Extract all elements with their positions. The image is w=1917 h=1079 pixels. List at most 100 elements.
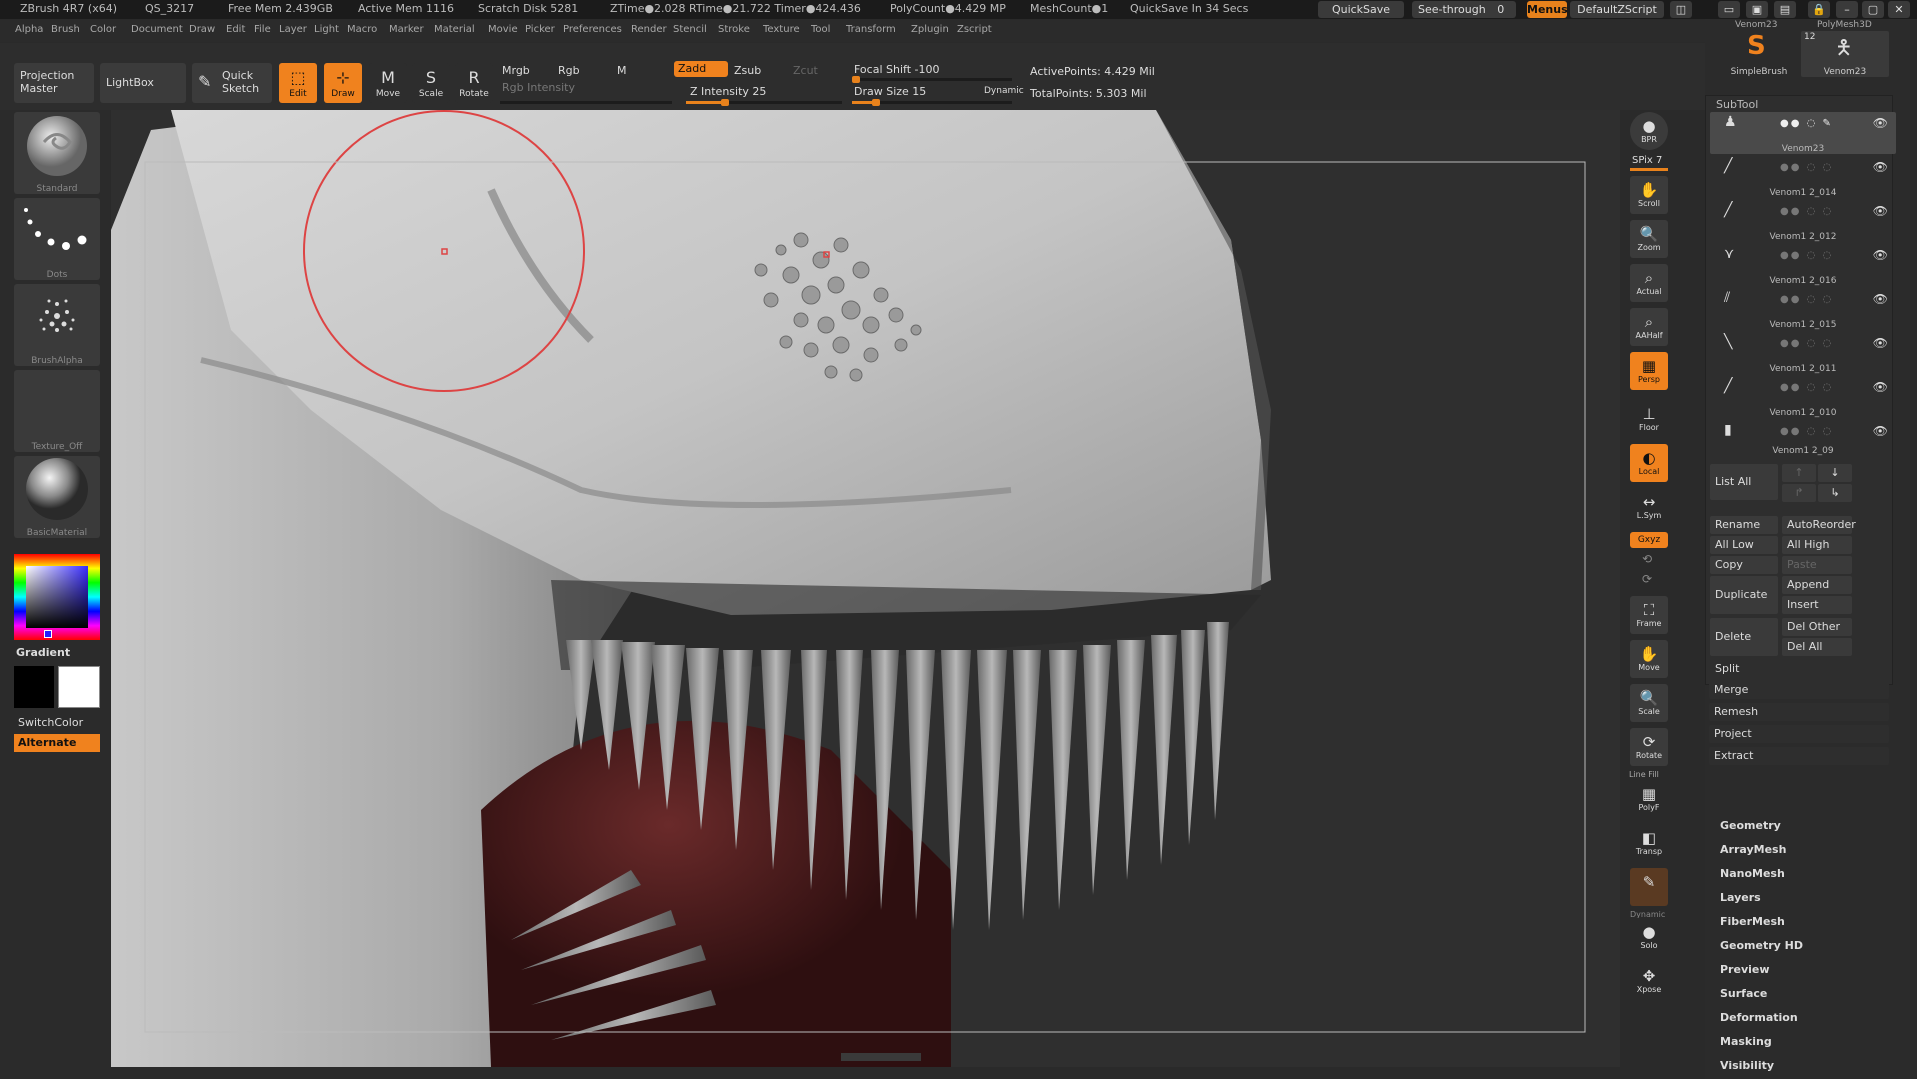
menu-transform[interactable]: Transform <box>846 24 896 35</box>
lightbox-button[interactable]: LightBox <box>100 63 186 103</box>
zcut-button[interactable]: Zcut <box>793 64 818 77</box>
material-selector[interactable]: BasicMaterial <box>14 456 100 538</box>
ghost-button[interactable]: ✎ <box>1630 868 1668 906</box>
color-cursor[interactable] <box>44 630 52 638</box>
m-toggle[interactable]: M <box>617 64 627 77</box>
move-down-icon[interactable]: ↓ <box>1818 464 1852 482</box>
fibermesh-section[interactable]: FiberMesh <box>1720 915 1785 928</box>
menu-stencil[interactable]: Stencil <box>673 24 707 35</box>
subtool-toggle-icons[interactable]: ●● ◌ ◌ <box>1780 162 1833 173</box>
menu-render[interactable]: Render <box>631 24 667 35</box>
rotate-button[interactable]: R Rotate <box>455 63 493 103</box>
geometry-hd-section[interactable]: Geometry HD <box>1720 939 1803 952</box>
xpose-button[interactable]: ✥ Xpose <box>1630 962 1668 1000</box>
move-up-fast-icon[interactable]: ↱ <box>1782 484 1816 502</box>
layers-section[interactable]: Layers <box>1720 891 1761 904</box>
simplebrush-tool[interactable]: S SimpleBrush <box>1725 31 1793 77</box>
alpha-selector[interactable]: BrushAlpha <box>14 284 100 366</box>
arraymesh-section[interactable]: ArrayMesh <box>1720 843 1786 856</box>
del-other-button[interactable]: Del Other <box>1782 618 1852 636</box>
autoreorder-button[interactable]: AutoReorder <box>1782 516 1856 534</box>
split-window-icon[interactable]: ▣ <box>1746 1 1768 18</box>
actual-button[interactable]: ⌕ Actual <box>1630 264 1668 302</box>
subtool-row[interactable]: ╱ ●● ◌ ◌ 👁 Venom1 2_012 <box>1710 200 1896 242</box>
lock-icon[interactable]: 🔒 <box>1808 1 1830 18</box>
geometry-section[interactable]: Geometry <box>1720 819 1781 832</box>
menu-preferences[interactable]: Preferences <box>563 24 622 35</box>
zoom-button[interactable]: 🔍 Zoom <box>1630 220 1668 258</box>
z-intensity-knob[interactable] <box>721 99 729 106</box>
subtool-toggle-icons[interactable]: ●● ◌ ◌ <box>1780 382 1833 393</box>
zadd-button[interactable]: Zadd <box>674 61 728 77</box>
menu-draw[interactable]: Draw <box>189 24 215 35</box>
paste-button[interactable]: Paste <box>1782 556 1852 574</box>
secondary-color-swatch[interactable] <box>14 666 54 708</box>
subtool-toggle-icons[interactable]: ●● ◌ ◌ <box>1780 250 1833 261</box>
window-icon[interactable]: ▭ <box>1718 1 1740 18</box>
polyf-button[interactable]: ▦ PolyF <box>1630 780 1668 818</box>
menu-brush[interactable]: Brush <box>51 24 80 35</box>
aahalf-button[interactable]: ⌕ AAHalf <box>1630 308 1668 346</box>
zsub-button[interactable]: Zsub <box>734 64 761 77</box>
rotate-y-icon[interactable]: ⟲ <box>1642 552 1652 566</box>
subtool-row[interactable]: ⫽ ●● ◌ ◌ 👁 Venom1 2_015 <box>1710 288 1896 330</box>
focal-shift-slider[interactable] <box>852 76 1012 83</box>
dock-rotate-button[interactable]: ⟳ Rotate <box>1630 728 1668 766</box>
del-all-button[interactable]: Del All <box>1782 638 1852 656</box>
subtool-toggle-icons[interactable]: ●● ◌ ◌ <box>1780 294 1833 305</box>
project-menu[interactable]: Project <box>1709 725 1889 743</box>
default-zscript-button[interactable]: DefaultZScript <box>1570 1 1664 18</box>
eye-icon[interactable]: 👁 <box>1873 160 1888 174</box>
menu-texture[interactable]: Texture <box>763 24 800 35</box>
draw-size-slider[interactable] <box>852 99 1012 106</box>
spix-slider[interactable] <box>1630 168 1668 171</box>
draw-button[interactable]: ⊹ Draw <box>324 63 362 103</box>
alternate-button[interactable]: Alternate <box>14 734 100 752</box>
surface-section[interactable]: Surface <box>1720 987 1767 1000</box>
all-high-button[interactable]: All High <box>1782 536 1852 554</box>
move-button[interactable]: M Move <box>369 63 407 103</box>
menu-edit[interactable]: Edit <box>226 24 245 35</box>
menu-marker[interactable]: Marker <box>389 24 424 35</box>
list-all-button[interactable]: List All <box>1710 464 1778 500</box>
duplicate-button[interactable]: Duplicate <box>1710 576 1778 614</box>
rgb-toggle[interactable]: Rgb <box>558 64 580 77</box>
persp-button[interactable]: ▦ Persp <box>1630 352 1668 390</box>
quicksave-button[interactable]: QuickSave <box>1318 1 1404 18</box>
menu-zplugin[interactable]: Zplugin <box>911 24 949 35</box>
subtool-row[interactable]: ╲ ●● ◌ ◌ 👁 Venom1 2_011 <box>1710 332 1896 374</box>
quick-sketch-button[interactable]: ✎ Quick Sketch <box>192 63 272 103</box>
z-intensity-slider[interactable] <box>686 99 842 106</box>
nanomesh-section[interactable]: NanoMesh <box>1720 867 1785 880</box>
menu-movie[interactable]: Movie <box>488 24 518 35</box>
brush-selector[interactable]: Standard <box>14 112 100 194</box>
move-down-fast-icon[interactable]: ↳ <box>1818 484 1852 502</box>
all-low-button[interactable]: All Low <box>1710 536 1778 554</box>
rename-button[interactable]: Rename <box>1710 516 1778 534</box>
close-icon[interactable]: ✕ <box>1888 1 1910 18</box>
primary-color-swatch[interactable] <box>58 666 100 708</box>
menu-color[interactable]: Color <box>90 24 116 35</box>
seethrough-slider[interactable]: See-through 0 <box>1412 1 1516 18</box>
projection-master-button[interactable]: Projection Master <box>14 63 94 103</box>
deformation-section[interactable]: Deformation <box>1720 1011 1798 1024</box>
xyz-button[interactable]: Gxyz <box>1630 532 1668 548</box>
extract-menu[interactable]: Extract <box>1709 747 1889 765</box>
rgb-intensity-slider[interactable]: Rgb Intensity <box>502 81 575 94</box>
subtool-toggle-icons[interactable]: ●● ◌ ◌ <box>1780 338 1833 349</box>
maximize-icon[interactable]: ▢ <box>1862 1 1884 18</box>
eye-icon[interactable]: 👁 <box>1873 380 1888 394</box>
preview-section[interactable]: Preview <box>1720 963 1770 976</box>
split-menu[interactable]: Split <box>1710 660 1890 678</box>
eye-icon[interactable]: 👁 <box>1873 204 1888 218</box>
draw-size-knob[interactable] <box>872 99 880 106</box>
menus-button[interactable]: Menus <box>1527 1 1568 18</box>
subtool-toggle-icons[interactable]: ●● ◌ ✎ <box>1780 118 1833 129</box>
spix-label[interactable]: SPix 7 <box>1632 155 1662 166</box>
merge-menu[interactable]: Merge <box>1709 681 1889 699</box>
menu-macro[interactable]: Macro <box>347 24 377 35</box>
bpr-button[interactable]: ● BPR <box>1630 112 1668 150</box>
eye-icon[interactable]: 👁 <box>1873 292 1888 306</box>
focal-shift-knob[interactable] <box>852 76 860 83</box>
scale-button[interactable]: S Scale <box>412 63 450 103</box>
